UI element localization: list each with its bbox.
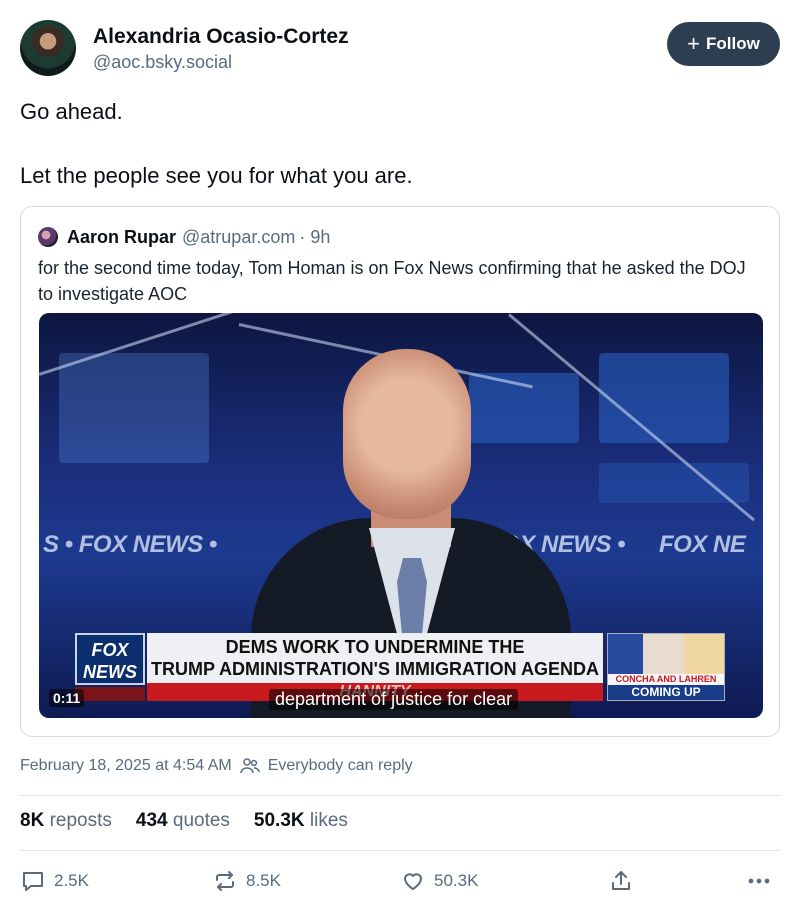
headline-line: TRUMP ADMINISTRATION'S IMMIGRATION AGEND… <box>151 659 599 679</box>
avatar[interactable] <box>20 20 76 76</box>
share-button[interactable] <box>608 866 634 896</box>
repost-count: 8.5K <box>246 871 281 890</box>
quoted-post-age: · 9h <box>299 226 331 247</box>
promo-names: CONCHA AND LAHREN <box>615 674 717 684</box>
quoted-avatar[interactable] <box>38 227 58 247</box>
quoted-header: Aaron Rupar @atrupar.com · 9h <box>38 225 330 249</box>
reposts-label: reposts <box>49 810 112 831</box>
post-header: Alexandria Ocasio-Cortez @aoc.bsky.socia… <box>20 20 780 80</box>
likes-label: likes <box>309 810 348 831</box>
logo-top: FOX <box>91 640 129 660</box>
divider <box>20 795 780 796</box>
likes-count: 50.3K <box>253 810 305 831</box>
quotes-label: quotes <box>172 810 230 831</box>
network-logo: FOX NEWS <box>75 633 145 685</box>
repost-button[interactable]: 8.5K <box>212 866 281 896</box>
reply-icon <box>23 872 43 891</box>
post-stats: 8K reposts 434 quotes 50.3K likes <box>20 810 348 832</box>
background-screen <box>59 353 209 463</box>
promo-label: COMING UP <box>608 685 724 700</box>
post-text: Go ahead. Let the people see you for wha… <box>20 96 780 224</box>
share-icon <box>612 871 630 890</box>
quoted-author-handle[interactable]: @atrupar.com <box>182 227 295 248</box>
promo-image <box>608 634 724 674</box>
likes-stat[interactable]: 50.3K likes <box>254 810 348 832</box>
like-button[interactable]: 50.3K <box>400 866 478 896</box>
channel-bar <box>75 687 145 701</box>
people-icon <box>239 758 260 774</box>
reply-count: 2.5K <box>54 871 89 890</box>
post-meta: February 18, 2025 at 4:54 AM Everybody c… <box>20 757 413 775</box>
post-line: Go ahead. <box>20 99 123 124</box>
post-line: Let the people see you for what you are. <box>20 163 413 188</box>
follow-button[interactable]: + Follow <box>667 22 780 66</box>
wall-logo-text: FOX NE <box>659 531 746 558</box>
head <box>343 349 471 519</box>
heart-icon <box>404 873 422 890</box>
author-name[interactable]: Alexandria Ocasio-Cortez <box>93 25 349 49</box>
quotes-stat[interactable]: 434 quotes <box>136 810 230 832</box>
video-caption: department of justice for clear <box>269 689 519 710</box>
like-count: 50.3K <box>434 871 479 890</box>
reposts-count: 8K <box>20 810 45 831</box>
wall-logo-text: S • FOX NEWS • <box>43 531 217 558</box>
quoted-post-text: for the second time today, Tom Homan is … <box>38 258 746 304</box>
reply-setting[interactable]: Everybody can reply <box>268 757 413 775</box>
author-handle[interactable]: @aoc.bsky.social <box>93 52 232 73</box>
quoted-author-name[interactable]: Aaron Rupar <box>67 227 176 248</box>
action-bar: 2.5K 8.5K 50.3K <box>20 866 780 896</box>
logo-bottom: NEWS <box>83 662 137 682</box>
post-date: February 18, 2025 at 4:54 AM <box>20 757 232 774</box>
quotes-count: 434 <box>135 810 168 831</box>
divider <box>20 850 780 851</box>
reposts-stat[interactable]: 8K reposts <box>20 810 112 832</box>
video-player[interactable]: S • FOX NEWS • FOX NEWS • FOX NE FOX NEW… <box>39 313 763 718</box>
quoted-post[interactable]: Aaron Rupar @atrupar.com · 9h for the se… <box>20 206 780 737</box>
repost-icon <box>216 871 234 891</box>
promo-box: CONCHA AND LAHREN COMING UP <box>607 633 725 701</box>
video-timecode: 0:11 <box>49 689 85 707</box>
reply-button[interactable]: 2.5K <box>20 866 89 896</box>
headline-line: DEMS WORK TO UNDERMINE THE <box>225 637 525 657</box>
more-icon <box>748 878 770 884</box>
plus-icon: + <box>687 31 701 56</box>
chyron-headline: DEMS WORK TO UNDERMINE THE TRUMP ADMINIS… <box>147 633 603 683</box>
follow-label: Follow <box>706 34 760 53</box>
background-screen <box>599 353 729 443</box>
more-options-button[interactable] <box>746 866 772 896</box>
